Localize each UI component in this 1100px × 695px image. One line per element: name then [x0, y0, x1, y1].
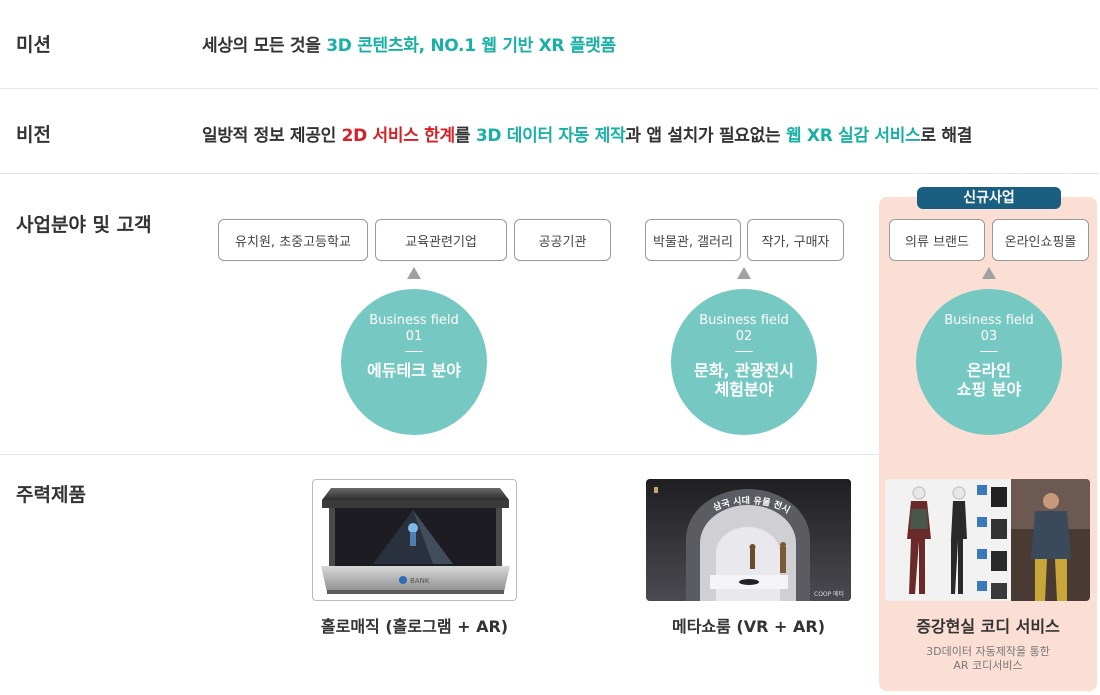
business-label: 사업분야 및 고객: [16, 214, 152, 236]
business-field-name: 문화, 관광전시 체험분야: [694, 361, 794, 399]
customer-box: 박물관, 갤러리: [645, 219, 741, 261]
ar-coordi-illustration: [885, 479, 1090, 601]
mission-text-1: 세상의 모든 것을: [202, 36, 327, 56]
business-field-number: 02: [735, 329, 753, 344]
customer-box: 온라인쇼핑몰: [992, 219, 1089, 261]
business-field-circle: Business field 02 문화, 관광전시 체험분야: [671, 289, 817, 435]
vision-text-2: 2D 서비스 한계: [341, 126, 456, 146]
business-field-circle: Business field 01 에듀테크 분야: [341, 289, 487, 435]
customer-box: 교육관련기업: [375, 219, 507, 261]
new-business-badge: 신규사업: [917, 187, 1061, 209]
vision-text-7: 로 해결: [920, 126, 973, 146]
mission-statement: 세상의 모든 것을 3D 콘텐츠화, NO.1 웹 기반 XR 플랫폼: [202, 31, 616, 56]
business-field-circle: Business field 03 온라인 쇼핑 분야: [916, 289, 1062, 435]
dash-divider: [735, 351, 753, 352]
vision-text-5: 과 앱 설치가 필요없는: [625, 126, 786, 146]
business-field-name: 온라인 쇼핑 분야: [956, 361, 1022, 399]
product-note: 3D데이터 자동제작을 통한 AR 코디서비스: [926, 645, 1050, 672]
products-label: 주력제품: [16, 484, 86, 506]
ar-coordi-image: [885, 479, 1090, 601]
mission-label: 미션: [16, 34, 51, 56]
arrow-up-icon: [407, 267, 421, 279]
business-field-number: 03: [980, 329, 998, 344]
vision-text-4: 3D 데이터 자동 제작: [475, 126, 626, 146]
hologram-product-image: BANK: [312, 479, 517, 601]
business-field-number: 01: [405, 329, 423, 344]
hologram-device-illustration: BANK: [321, 488, 510, 594]
dash-divider: [980, 351, 998, 352]
vision-text-1: 일방적 정보 제공인: [202, 126, 342, 146]
business-field-title: Business field: [944, 313, 1034, 328]
customer-box: 공공기관: [514, 219, 611, 261]
customer-box: 의류 브랜드: [889, 219, 985, 261]
product-name: 메타쇼룸 (VR + AR): [671, 617, 826, 636]
product-name: 홀로매직 (홀로그램 + AR): [320, 617, 509, 636]
arrow-up-icon: [982, 267, 996, 279]
device-logo-text: BANK: [410, 577, 430, 585]
vision-statement: 일방적 정보 제공인 2D 서비스 한계를 3D 데이터 자동 제작과 앱 설치…: [202, 121, 972, 146]
dash-divider: [405, 351, 423, 352]
divider: [0, 173, 1098, 174]
vision-text-6: 웹 XR 실감 서비스: [785, 126, 921, 146]
meta-showroom-image: 삼국 시대 유물 전시관 COOP 메타: [646, 479, 851, 601]
divider: [0, 88, 1098, 89]
business-field-name: 에듀테크 분야: [367, 361, 461, 380]
business-field-title: Business field: [699, 313, 789, 328]
product-name: 증강현실 코디 서비스: [916, 617, 1060, 636]
customer-box: 유치원, 초중고등학교: [218, 219, 368, 261]
vision-text-3: 를: [454, 126, 476, 146]
vision-label: 비전: [16, 124, 51, 146]
customer-box: 작가, 구매자: [747, 219, 844, 261]
mission-text-2: 3D 콘텐츠화, NO.1 웹 기반 XR 플랫폼: [326, 36, 616, 56]
business-field-title: Business field: [369, 313, 459, 328]
arrow-up-icon: [737, 267, 751, 279]
showroom-illustration: 삼국 시대 유물 전시관 COOP 메타: [646, 479, 851, 601]
showroom-corner-logo: COOP 메타: [814, 590, 845, 598]
divider: [0, 454, 879, 455]
